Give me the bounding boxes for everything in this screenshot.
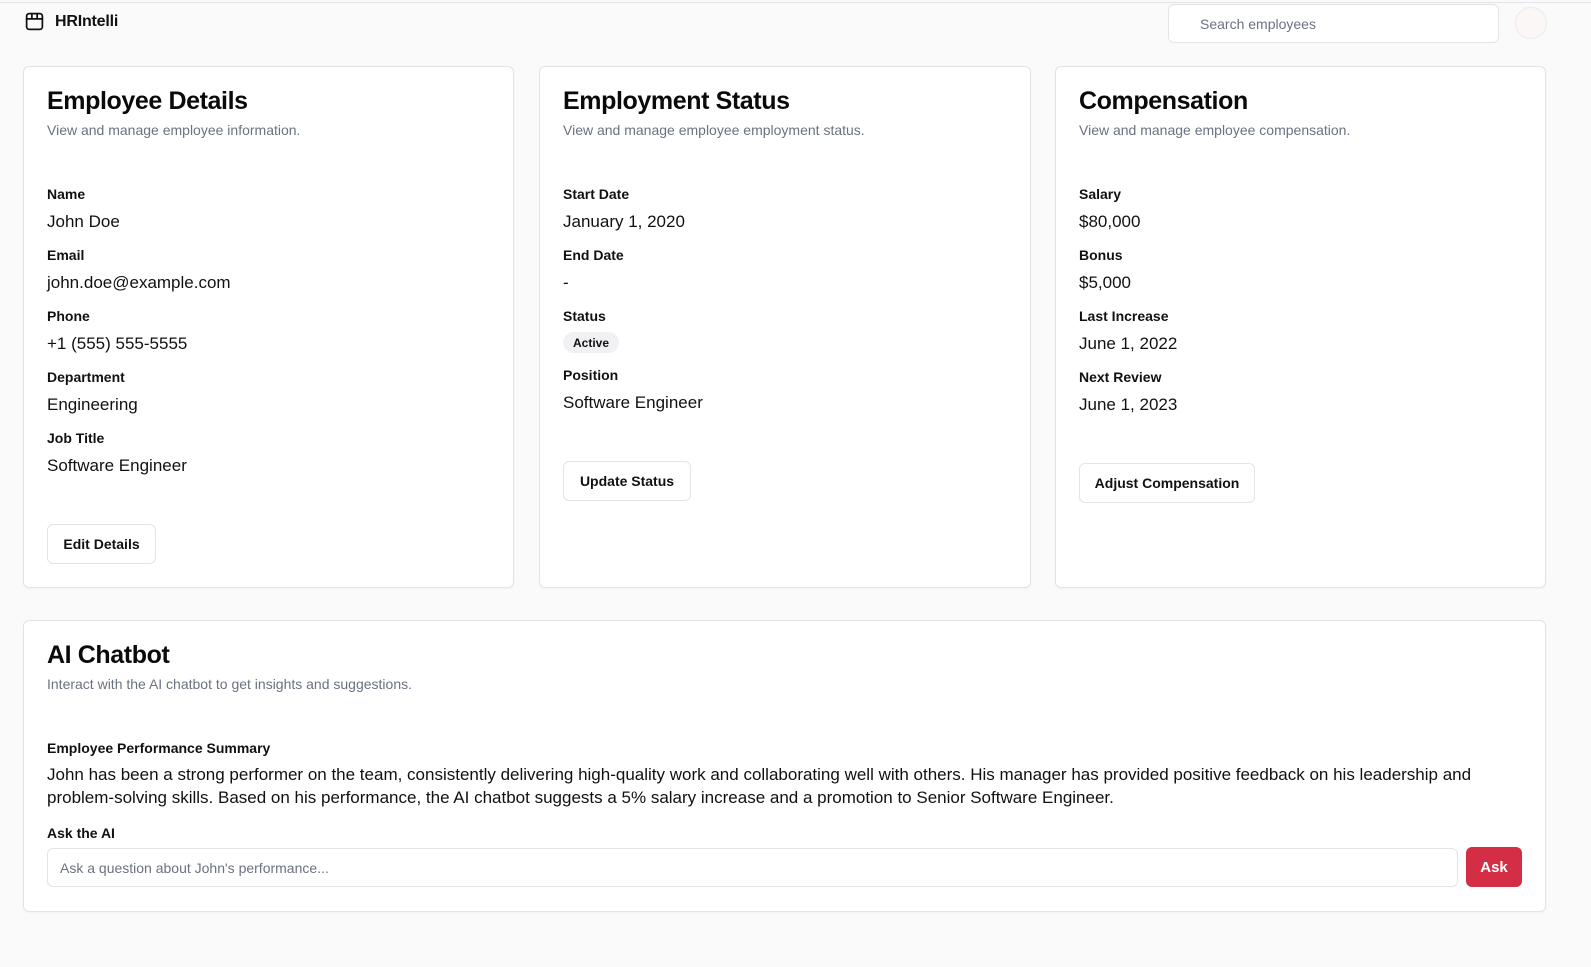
status-label: Status: [563, 308, 606, 324]
job-title-value: Software Engineer: [47, 456, 187, 475]
card-subtitle: View and manage employee employment stat…: [563, 122, 865, 138]
card-title: AI Chatbot: [47, 641, 170, 669]
phone-value: +1 (555) 555-5555: [47, 334, 188, 353]
update-status-button[interactable]: Update Status: [563, 461, 691, 501]
department-value: Engineering: [47, 395, 138, 414]
employment-status-card: Employment Status View and manage employ…: [539, 66, 1031, 588]
card-title: Employment Status: [563, 87, 790, 115]
ai-chatbot-card: AI Chatbot Interact with the AI chatbot …: [23, 620, 1546, 912]
salary-label: Salary: [1079, 186, 1122, 202]
app-header: HRIntelli: [0, 0, 1591, 50]
last-increase-label: Last Increase: [1079, 308, 1169, 324]
end-date-label: End Date: [563, 247, 624, 263]
department-label: Department: [47, 369, 125, 385]
name-label: Name: [47, 186, 86, 202]
employee-details-card: Employee Details View and manage employe…: [23, 66, 514, 588]
end-date-value: -: [563, 273, 569, 292]
performance-summary-text: John has been a strong performer on the …: [47, 765, 1472, 807]
card-subtitle: View and manage employee compensation.: [1079, 122, 1351, 138]
phone-label: Phone: [47, 308, 90, 324]
card-title: Employee Details: [47, 87, 248, 115]
job-title-label: Job Title: [47, 430, 105, 446]
edit-details-button[interactable]: Edit Details: [47, 524, 156, 564]
salary-value: $80,000: [1079, 212, 1141, 231]
position-label: Position: [563, 367, 619, 383]
search-input[interactable]: [1168, 4, 1499, 43]
next-review-label: Next Review: [1079, 369, 1162, 385]
last-increase-value: June 1, 2022: [1079, 334, 1178, 353]
start-date-label: Start Date: [563, 186, 630, 202]
card-title: Compensation: [1079, 87, 1248, 115]
performance-summary-label: Employee Performance Summary: [47, 740, 271, 756]
ask-ai-label: Ask the AI: [47, 825, 115, 841]
email-value: john.doe@example.com: [47, 273, 231, 292]
card-subtitle: View and manage employee information.: [47, 122, 301, 138]
position-value: Software Engineer: [563, 393, 703, 412]
compensation-card: Compensation View and manage employee co…: [1055, 66, 1546, 588]
app-name: HRIntelli: [55, 12, 119, 30]
status-badge: Active: [563, 332, 620, 353]
card-subtitle: Interact with the AI chatbot to get insi…: [47, 676, 413, 692]
browser-window-icon: [24, 11, 45, 32]
avatar[interactable]: [1515, 7, 1547, 39]
email-label: Email: [47, 247, 85, 263]
name-value: John Doe: [47, 212, 120, 231]
ask-ai-input[interactable]: [47, 848, 1458, 887]
bonus-label: Bonus: [1079, 247, 1123, 263]
start-date-value: January 1, 2020: [563, 212, 685, 231]
adjust-compensation-button[interactable]: Adjust Compensation: [1079, 463, 1255, 503]
next-review-value: June 1, 2023: [1079, 395, 1178, 414]
ask-button[interactable]: Ask: [1466, 847, 1522, 887]
bonus-value: $5,000: [1079, 273, 1131, 292]
brand[interactable]: HRIntelli: [24, 11, 118, 32]
